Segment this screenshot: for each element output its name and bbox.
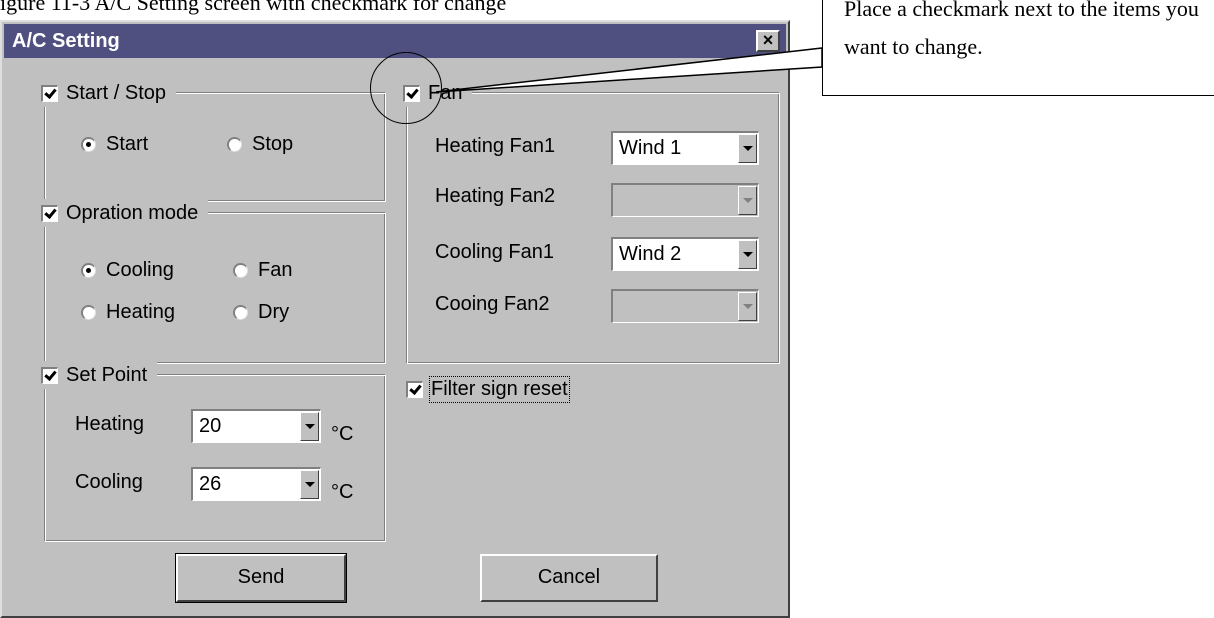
heating-fan2-select xyxy=(611,183,759,217)
highlight-circle xyxy=(370,52,442,124)
chevron-down-icon[interactable] xyxy=(300,470,319,499)
radio-fan-indicator[interactable] xyxy=(233,263,248,278)
radio-cooling[interactable]: Cooling xyxy=(81,259,174,282)
callout-text: Place a checkmark next to the items you … xyxy=(844,0,1199,59)
radio-stop[interactable]: Stop xyxy=(227,133,293,156)
radio-cooling-label: Cooling xyxy=(106,259,174,281)
filter-sign-reset-checkbox[interactable] xyxy=(406,381,423,398)
radio-fan-label: Fan xyxy=(258,259,293,281)
heating-setpoint-label: Heating xyxy=(75,413,144,435)
close-button[interactable]: × xyxy=(756,30,780,52)
operation-mode-group: Opration mode Cooling Fan Heating Dry xyxy=(41,199,386,364)
heating-setpoint-value: 20 xyxy=(199,415,222,437)
set-point-legend: Set Point xyxy=(41,361,158,389)
start-stop-group: Start / Stop Start Stop xyxy=(41,79,386,202)
cooling-setpoint-select[interactable]: 26 xyxy=(191,467,321,501)
window-title: A/C Setting xyxy=(12,30,120,52)
figure-caption: igure 11-3 A/C Setting screen with check… xyxy=(0,0,507,15)
cooling-unit: °C xyxy=(331,481,354,503)
radio-dry-indicator[interactable] xyxy=(233,305,248,320)
radio-stop-indicator[interactable] xyxy=(227,137,242,152)
set-point-label: Set Point xyxy=(66,363,148,386)
radio-heating-label: Heating xyxy=(106,301,175,323)
heating-fan1-select[interactable]: Wind 1 xyxy=(611,131,759,165)
cancel-button[interactable]: Cancel xyxy=(480,554,658,602)
heating-fan2-label: Heating Fan2 xyxy=(435,185,556,207)
start-stop-label: Start / Stop xyxy=(66,81,167,104)
filter-sign-reset[interactable]: Filter sign reset xyxy=(406,376,570,403)
heating-setpoint-select[interactable]: 20 xyxy=(191,409,321,443)
radio-heating-indicator[interactable] xyxy=(81,305,96,320)
cooling-fan1-value: Wind 2 xyxy=(619,243,682,265)
cooling-fan1-select[interactable]: Wind 2 xyxy=(611,237,759,271)
set-point-group: Set Point Heating 20 °C Cooling 26 °C xyxy=(41,361,386,542)
radio-start-label: Start xyxy=(106,133,149,155)
radio-start[interactable]: Start xyxy=(81,133,148,156)
fan-group: Fan Heating Fan1 Wind 1 Heating Fan2 Coo… xyxy=(403,79,780,364)
operation-mode-label: Opration mode xyxy=(66,201,199,224)
chevron-down-icon[interactable] xyxy=(738,134,757,163)
start-stop-checkbox[interactable] xyxy=(41,84,58,102)
radio-fan[interactable]: Fan xyxy=(233,259,292,282)
set-point-checkbox[interactable] xyxy=(41,366,58,384)
cooling-fan2-select xyxy=(611,289,759,323)
radio-cooling-indicator[interactable] xyxy=(81,263,96,278)
chevron-down-icon[interactable] xyxy=(738,240,757,269)
cooling-setpoint-value: 26 xyxy=(199,473,222,495)
cooling-fan1-label: Cooling Fan1 xyxy=(435,241,554,263)
radio-start-indicator[interactable] xyxy=(81,137,96,152)
chevron-down-icon[interactable] xyxy=(300,412,319,441)
radio-dry-label: Dry xyxy=(258,301,290,323)
radio-heating[interactable]: Heating xyxy=(81,301,175,324)
chevron-down-icon xyxy=(738,186,757,215)
cooling-setpoint-label: Cooling xyxy=(75,471,143,493)
chevron-down-icon xyxy=(738,292,757,321)
heating-fan1-label: Heating Fan1 xyxy=(435,135,556,157)
radio-stop-label: Stop xyxy=(252,133,294,155)
heating-unit: °C xyxy=(331,423,354,445)
radio-dry[interactable]: Dry xyxy=(233,301,289,324)
operation-mode-legend: Opration mode xyxy=(41,199,209,227)
heating-fan1-value: Wind 1 xyxy=(619,137,682,159)
cooling-fan2-label: Cooing Fan2 xyxy=(435,293,550,315)
send-button[interactable]: Send xyxy=(175,553,347,603)
operation-mode-checkbox[interactable] xyxy=(41,204,58,222)
start-stop-legend: Start / Stop xyxy=(41,79,177,107)
filter-sign-reset-label: Filter sign reset xyxy=(429,376,570,403)
